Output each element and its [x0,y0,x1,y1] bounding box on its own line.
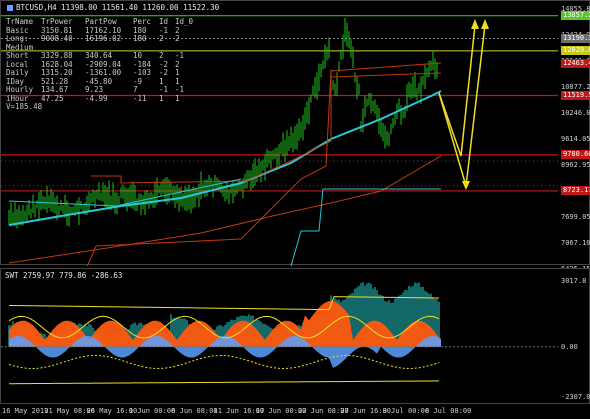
indicator-title: SWT 2759.97 779.86 -286.63 [5,271,123,280]
forecast-arrowhead [481,19,489,29]
price-axis-label: 8962.95 [561,161,590,169]
price-level-label: 13190.30 [561,34,590,44]
stats-cell: 2 [175,34,180,43]
price-axis-label: 7699.05 [561,213,590,221]
support-line [290,188,441,266]
stats-cell: 1 [175,93,180,103]
stats-cell: -11 [133,93,147,103]
stats-footer: V=185.48 [6,102,43,111]
time-axis-label: 8 Jul 08:00 [425,407,472,415]
price-level-label: 12829.87 [561,46,590,56]
indicator-pane[interactable]: SWT 2759.97 779.86 -286.63 3017.8 0.00 -23… [0,268,590,404]
price-level-label: 9780.60 [561,150,590,160]
price-level-label: 12463.46 [561,58,590,68]
stats-cell: 1 [159,93,164,103]
forecast-arrowhead [471,19,479,29]
stats-cell: -4.99 [85,93,108,103]
price-level-label: 13857.20 [561,11,590,21]
chart-title: BTCUSD,H4 11398.00 11561.40 11260.00 115… [7,3,219,12]
forecast-arrowhead [462,181,470,190]
time-axis: 16 May 2019 21 May 08:00 26 May 16:00 1 Jun… [0,404,590,419]
time-axis-label: 1 Jun 00:00 [128,407,176,415]
time-axis-label: 3 Jul 00:00 [382,407,430,415]
forecast-line-upper [438,24,476,157]
indicator-axis-label: 3017.8 [561,277,587,285]
stats-row: Long: 9008.40 16196.02 180 2 2 [6,34,189,44]
price-axis-label: 9614.05 [561,135,590,143]
chart-title-text: BTCUSD,H4 11398.00 11561.40 11260.00 115… [16,3,220,12]
price-chart-pane[interactable]: BTCUSD,H4 11398.00 11561.40 11260.00 115… [0,0,590,273]
stats-cell: 180 [133,34,147,43]
price-axis-label: 10877.20 [561,83,590,91]
slow-moving-average [8,155,442,264]
time-axis-label: 6 Jun 08:00 [171,407,218,415]
indicator-axis-label: 0.00 [561,342,578,351]
swt-indicator-chart [1,282,558,385]
signal-line-bottom [8,380,440,385]
trend-stats-table: TrName TrPower PartPow Perc Id Id_0 Basic 3150.… [6,17,193,112]
chart-symbol-icon [7,5,13,11]
stats-cell: 47.25 [41,93,64,103]
time-axis-label: 16 May 2019 [2,407,49,415]
price-level-label: 8723.17 [561,186,590,196]
forecast-line-lower [438,24,486,187]
signal-line-low [8,354,440,370]
price-axis-label: 7067.10 [561,239,590,247]
stats-cell: 9008.40 [41,34,73,43]
indicator-axis-label: -2307.08 [561,393,590,401]
stats-cell: 16196.02 [85,34,122,43]
price-level-label: 11519.50 [561,91,590,101]
price-axis-label: 10246.00 [561,109,590,117]
stats-cell: 2 [159,34,164,43]
